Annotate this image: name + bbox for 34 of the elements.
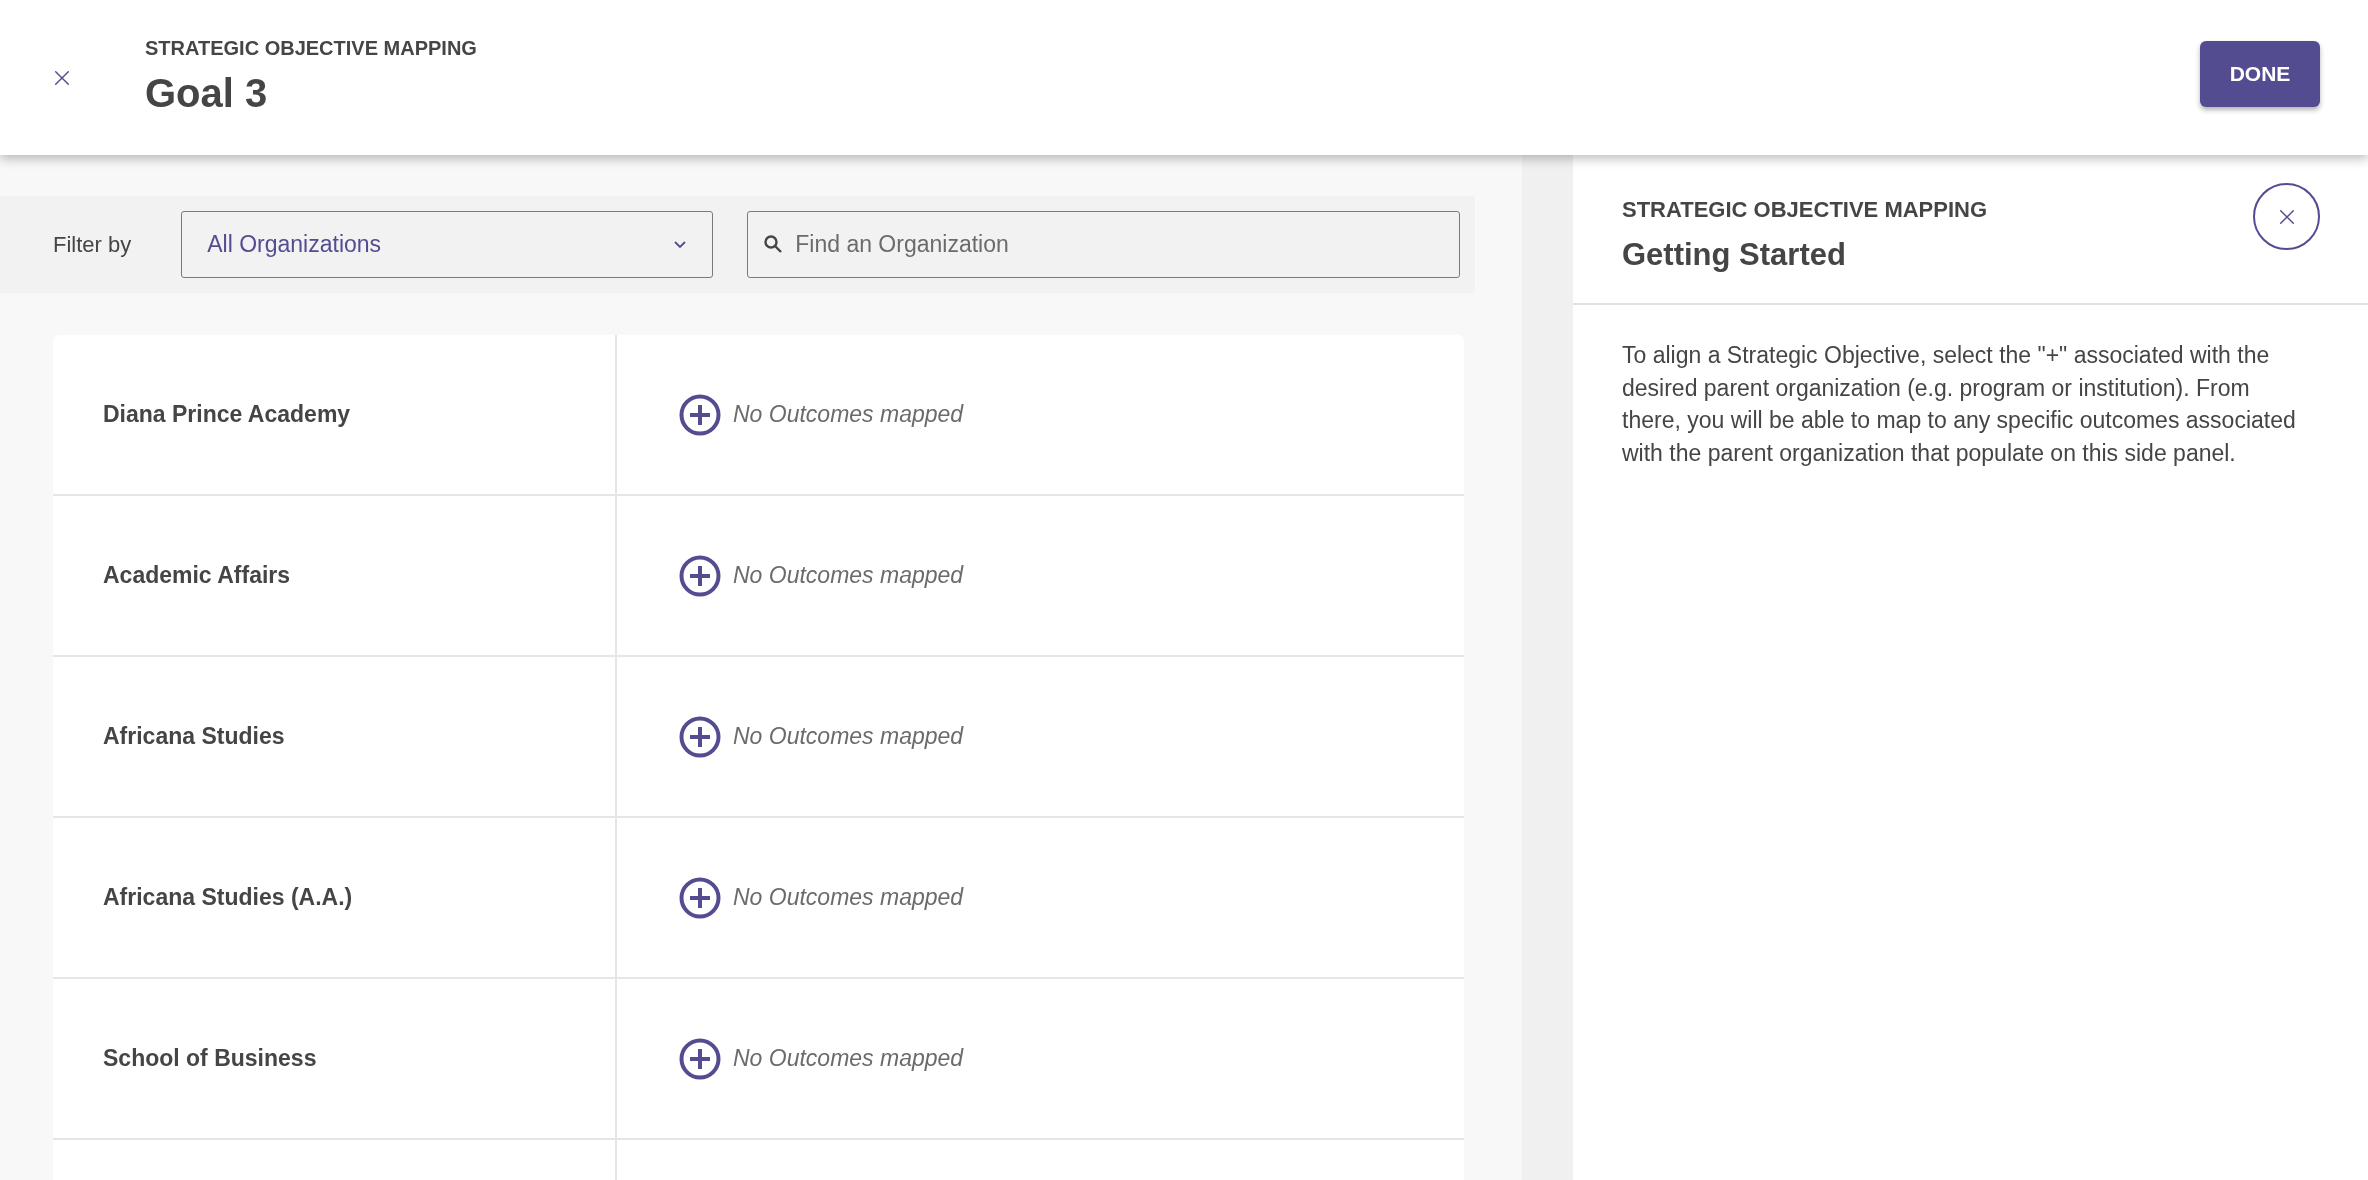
add-button[interactable]: [679, 876, 721, 919]
panel-close-button[interactable]: [2253, 183, 2320, 250]
plus-circle-icon: [679, 1037, 721, 1080]
organization-dropdown[interactable]: All Organizations: [181, 211, 714, 278]
chevron-down-icon: [673, 240, 688, 249]
outcomes-status: No Outcomes mapped: [733, 1044, 964, 1074]
instructions-text: To align a Strategic Objective, select the "+" associated with the desired parent organization (e.g. program or institution). From there, you will be able to map to any specific outcomes associated with the parent organization that populate on this side panel.: [1622, 341, 2297, 468]
done-button[interactable]: DONE: [2200, 40, 2320, 107]
panel-eyebrow: STRATEGIC OBJECTIVE MAPPING: [1622, 196, 1989, 224]
add-button[interactable]: [679, 1037, 721, 1080]
close-icon: [53, 68, 71, 87]
outcomes-status: No Outcomes mapped: [733, 400, 964, 430]
search-icon: [763, 234, 784, 254]
outcomes-status: No Outcomes mapped: [733, 883, 964, 913]
plus-circle-icon: [679, 393, 721, 436]
plus-circle-icon: [679, 715, 721, 758]
panel-title: Getting Started: [1622, 236, 1847, 274]
plus-circle-icon: [679, 554, 721, 597]
organization-name: Diana Prince Academy: [103, 400, 351, 430]
search-field[interactable]: Find an Organization: [747, 211, 1461, 278]
organization-name: School of Business: [103, 1044, 317, 1074]
page-title: Goal 3: [145, 72, 269, 113]
add-button[interactable]: [679, 393, 721, 436]
organization-name: Africana Studies: [103, 722, 285, 752]
plus-circle-icon: [679, 876, 721, 919]
outcomes-status: No Outcomes mapped: [733, 561, 964, 591]
organization-name: Africana Studies (A.A.): [103, 883, 353, 913]
close-icon: [2277, 207, 2296, 226]
add-button[interactable]: [679, 554, 721, 597]
page-eyebrow: STRATEGIC OBJECTIVE MAPPING: [145, 35, 477, 61]
add-button[interactable]: [679, 715, 721, 758]
filter-label: Filter by: [53, 231, 132, 259]
outcomes-status: No Outcomes mapped: [733, 722, 964, 752]
organization-name: Academic Affairs: [103, 561, 291, 591]
